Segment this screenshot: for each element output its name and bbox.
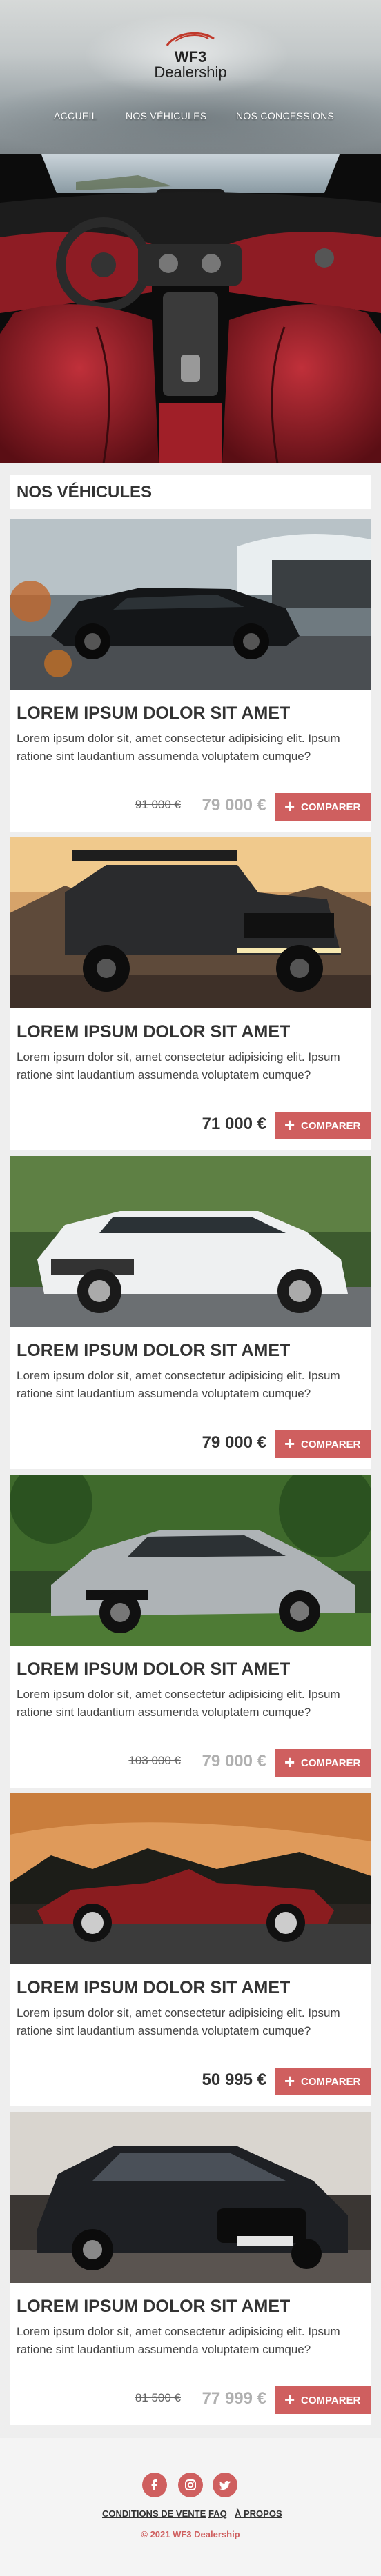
- vehicle-title: LOREM IPSUM DOLOR SIT AMET: [17, 2297, 291, 2316]
- section-title: Nos véhicules: [10, 475, 371, 509]
- black-hatchback-illustration: [10, 2112, 371, 2283]
- plus-icon: +: [284, 2389, 295, 2410]
- compare-button[interactable]: + Comparer: [275, 1112, 371, 1139]
- vehicle-description: Lorem ipsum dolor sit, amet consectetur …: [17, 1369, 340, 1400]
- nav-concessions[interactable]: Nos concessions: [236, 110, 334, 121]
- link-faq[interactable]: FAQ: [208, 2508, 227, 2519]
- vehicle-description: Lorem ipsum dolor sit, amet consectetur …: [17, 2006, 340, 2037]
- vehicle-card: LOREM IPSUM DOLOR SIT AMET Lorem ipsum d…: [10, 1475, 371, 1788]
- price: 77 999 €: [202, 2389, 266, 2408]
- vehicle-description: Lorem ipsum dolor sit, amet consectetur …: [17, 1688, 340, 1719]
- vehicle-card: LOREM IPSUM DOLOR SIT AMET Lorem ipsum d…: [10, 1156, 371, 1469]
- vehicle-title: LOREM IPSUM DOLOR SIT AMET: [17, 1659, 291, 1679]
- vehicle-description: Lorem ipsum dolor sit, amet consectetur …: [17, 1050, 340, 1081]
- price: 79 000 €: [202, 796, 266, 815]
- vehicle-image[interactable]: [10, 519, 371, 690]
- instagram-icon[interactable]: [178, 2473, 203, 2497]
- compare-button[interactable]: + Comparer: [275, 2386, 371, 2414]
- white-suv-illustration: [10, 1156, 371, 1327]
- car-roof-logo-icon: [166, 32, 215, 46]
- plus-icon: +: [284, 1115, 295, 1135]
- link-a-propos[interactable]: À propos: [235, 2508, 282, 2519]
- nav-vehicules[interactable]: Nos véhicules: [126, 110, 207, 121]
- logo-line-2: Dealership: [154, 63, 227, 81]
- plus-icon: +: [284, 1433, 295, 1454]
- vehicle-title: LOREM IPSUM DOLOR SIT AMET: [17, 1022, 291, 1041]
- price: 50 995 €: [202, 2070, 266, 2089]
- vehicle-image[interactable]: [10, 1475, 371, 1646]
- site-logo[interactable]: WF3 Dealership: [135, 28, 246, 90]
- price: 79 000 €: [202, 1433, 266, 1452]
- old-price: 91 000 €: [135, 798, 181, 811]
- facebook-icon[interactable]: [142, 2473, 167, 2497]
- nav-accueil[interactable]: Accueil: [54, 110, 97, 121]
- vehicle-image[interactable]: [10, 1156, 371, 1327]
- old-price: 103 000 €: [128, 1754, 181, 1767]
- plus-icon: +: [284, 796, 295, 817]
- twitter-icon[interactable]: [213, 2473, 237, 2497]
- price: 79 000 €: [202, 1752, 266, 1770]
- vehicle-title: LOREM IPSUM DOLOR SIT AMET: [17, 1978, 291, 1997]
- vehicle-card: LOREM IPSUM DOLOR SIT AMET Lorem ipsum d…: [10, 837, 371, 1150]
- site-footer: Conditions de vente FAQ À propos © 2021 …: [0, 2438, 381, 2576]
- vehicle-description: Lorem ipsum dolor sit, amet consectetur …: [17, 2325, 340, 2356]
- vehicle-image[interactable]: [10, 837, 371, 1008]
- plus-icon: +: [284, 2070, 295, 2091]
- plus-icon: +: [284, 1752, 295, 1773]
- hero-car-interior: [0, 154, 381, 463]
- silver-sports-car-illustration: [10, 1475, 371, 1646]
- pickup-truck-illustration: [10, 837, 371, 1008]
- compare-button[interactable]: + Comparer: [275, 2068, 371, 2095]
- vehicle-title: LOREM IPSUM DOLOR SIT AMET: [17, 703, 291, 723]
- compare-button[interactable]: + Comparer: [275, 1430, 371, 1458]
- vehicle-card: LOREM IPSUM DOLOR SIT AMET Lorem ipsum d…: [10, 519, 371, 832]
- old-price: 81 500 €: [135, 2391, 181, 2404]
- vehicle-title: LOREM IPSUM DOLOR SIT AMET: [17, 1341, 291, 1360]
- price: 71 000 €: [202, 1115, 266, 1133]
- vehicle-card: LOREM IPSUM DOLOR SIT AMET Lorem ipsum d…: [10, 2112, 371, 2425]
- red-roadster-illustration: [10, 1793, 371, 1964]
- link-conditions-de-vente[interactable]: Conditions de vente: [102, 2508, 206, 2519]
- vehicle-description: Lorem ipsum dolor sit, amet consectetur …: [17, 732, 340, 763]
- vehicle-image[interactable]: [10, 2112, 371, 2283]
- car-interior-illustration: [0, 154, 381, 463]
- compare-button[interactable]: + Comparer: [275, 1749, 371, 1777]
- suv-black-illustration: [10, 519, 371, 690]
- main-nav: Accueil Nos véhicules Nos concessions: [0, 110, 381, 130]
- vehicle-card: LOREM IPSUM DOLOR SIT AMET Lorem ipsum d…: [10, 1793, 371, 2106]
- site-header: WF3 Dealership Accueil Nos véhicules Nos…: [0, 0, 381, 154]
- compare-button[interactable]: + Comparer: [275, 793, 371, 821]
- vehicle-image[interactable]: [10, 1793, 371, 1964]
- copyright: © 2021 WF3 Dealership: [141, 2529, 240, 2539]
